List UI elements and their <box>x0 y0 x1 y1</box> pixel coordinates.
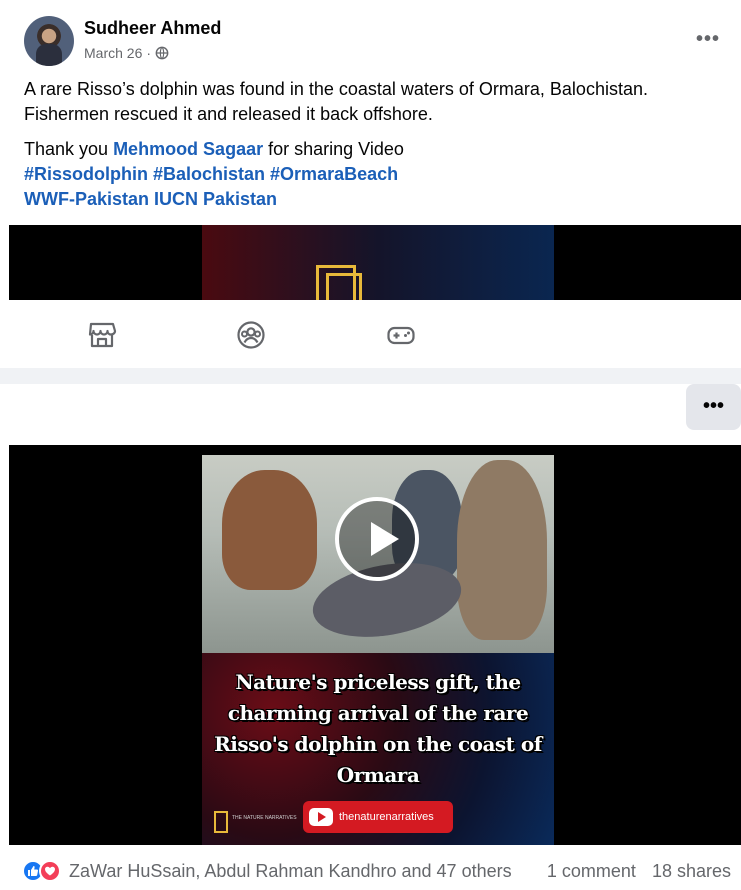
channel-badge: thenaturenarratives <box>303 801 453 833</box>
author-name[interactable]: Sudheer Ahmed <box>84 18 221 39</box>
youtube-icon <box>309 808 333 826</box>
date-separator: · <box>146 45 152 61</box>
share-count[interactable]: 18 shares <box>652 861 731 882</box>
marketplace-icon[interactable] <box>87 320 117 350</box>
more-options-button[interactable]: ••• <box>686 384 741 430</box>
feed-gap <box>0 368 741 384</box>
engagement-counts: 1 comment 18 shares <box>547 861 731 882</box>
love-icon <box>39 860 61 882</box>
video-player[interactable]: Nature's priceless gift, the charming ar… <box>9 445 741 845</box>
post-meta: March 26 · <box>84 45 169 61</box>
brand-logo-icon <box>214 811 228 833</box>
thanks-suffix: for sharing Video <box>263 139 404 159</box>
fisherman-figure <box>222 470 317 590</box>
hashtag-links[interactable]: #Rissodolphin #Balochistan #OrmaraBeach <box>24 162 724 187</box>
post-thanks-line: Thank you Mehmood Sagaar for sharing Vid… <box>24 137 724 162</box>
video-caption: Nature's priceless gift, the charming ar… <box>214 670 542 787</box>
video-thumbnail <box>202 455 554 653</box>
comment-count[interactable]: 1 comment <box>547 861 636 882</box>
post-text-main: A rare Risso’s dolphin was found in the … <box>24 79 648 124</box>
video-frame: Nature's priceless gift, the charming ar… <box>202 455 554 845</box>
fisherman-figure <box>457 460 547 640</box>
globe-icon[interactable] <box>155 46 169 60</box>
channel-name: thenaturenarratives <box>339 811 434 823</box>
bottom-nav <box>0 300 741 368</box>
brand-label: THE NATURE NARRATIVES <box>232 815 297 821</box>
video-preview-top[interactable] <box>9 225 741 300</box>
thanks-prefix: Thank you <box>24 139 114 159</box>
post-card: Sudheer Ahmed March 26 · ••• A rare Riss… <box>0 0 741 368</box>
mention-link[interactable]: Mehmood Sagaar <box>113 139 263 159</box>
page-links[interactable]: WWF-Pakistan IUCN Pakistan <box>24 187 724 212</box>
post-body: A rare Risso’s dolphin was found in the … <box>24 77 724 212</box>
video-preview-frame <box>202 225 554 300</box>
reaction-names[interactable]: ZaWar HuSsain, Abdul Rahman Kandhro and … <box>69 861 512 882</box>
post-date[interactable]: March 26 <box>84 45 142 61</box>
author-avatar[interactable] <box>24 16 74 66</box>
groups-icon[interactable] <box>236 320 266 350</box>
gaming-icon[interactable] <box>386 320 416 350</box>
brand-logo-icon <box>326 273 362 300</box>
play-icon[interactable] <box>335 497 419 581</box>
post-more-button[interactable]: ••• <box>690 24 726 54</box>
post-card-2: ••• Nature's priceless gift, the charmin… <box>0 384 741 890</box>
reactions-summary[interactable]: ZaWar HuSsain, Abdul Rahman Kandhro and … <box>22 860 512 882</box>
